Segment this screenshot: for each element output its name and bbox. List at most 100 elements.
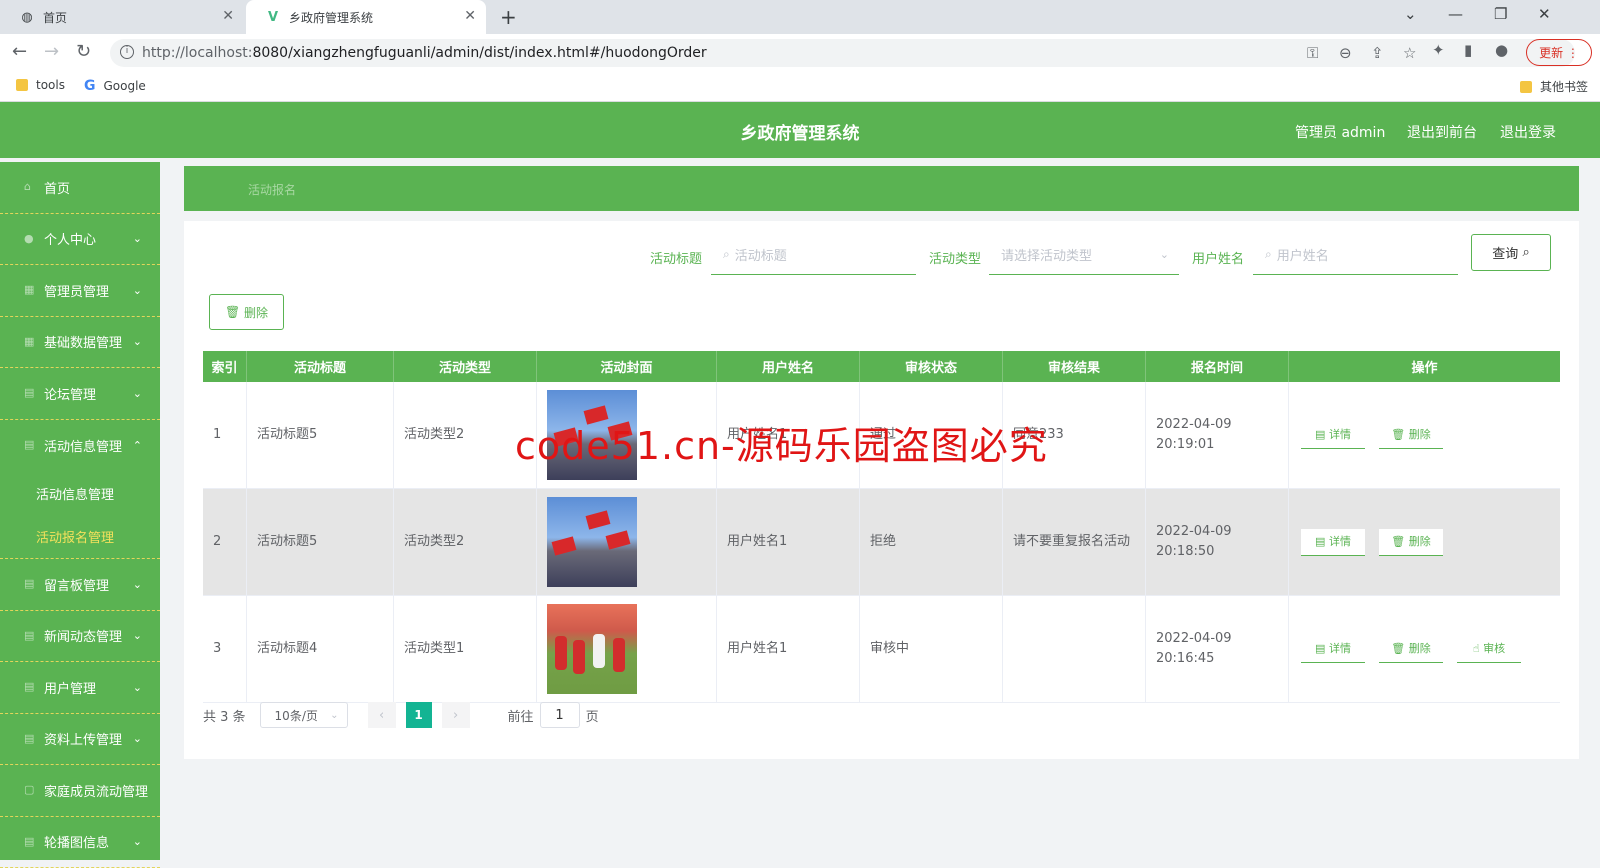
zoom-icon[interactable]: ⊖ [1339,44,1352,62]
admin-icon: ▦ [24,284,36,296]
cell-type: 活动类型2 [394,489,537,595]
browser-tab-app[interactable]: V 乡政府管理系统 ✕ [246,0,486,34]
delete-button[interactable]: 🗑 删除 [1379,636,1443,663]
sidebar-sub-activity-signup[interactable]: 活动报名管理 [0,515,160,559]
page-number[interactable]: 1 [406,702,432,728]
other-bookmarks[interactable]: 其他书签 [1520,78,1588,95]
title-search-input[interactable]: ⌕活动标题 [711,235,916,275]
sidebar-item-basedata[interactable]: ▦基础数据管理⌄ [0,317,160,369]
cover-image[interactable] [547,497,637,587]
delete-button[interactable]: 🗑 删除 [1379,529,1443,556]
type-select[interactable]: 请选择活动类型⌄ [989,235,1179,275]
news-icon: ▤ [24,630,36,642]
front-link[interactable]: 退出到前台 [1407,122,1477,142]
tab-search-icon[interactable]: ⌄ [1404,5,1417,23]
pagination: 共 3 条 10条/页⌄ ‹ 1 › 前往 1 页 [203,701,599,729]
profile-icon[interactable]: ● [1495,41,1508,59]
document-icon: ▤ [1315,639,1325,659]
extensions-icon[interactable]: ✦ [1432,41,1445,59]
key-icon[interactable]: ⚿ [1307,44,1318,62]
sidebar-item-admins[interactable]: ▦管理员管理⌄ [0,265,160,317]
cell-username: 用户姓名1 [717,489,860,595]
breadcrumb-current: 活动报名 [248,181,296,198]
cover-image[interactable] [547,604,637,694]
review-button[interactable]: ☝ 审核 [1457,636,1521,663]
url-text: http://localhost:8080/xiangzhengfuguanli… [142,45,707,61]
logout-link[interactable]: 退出登录 [1500,122,1556,142]
globe-icon: ◍ [20,10,34,24]
detail-button[interactable]: ▤ 详情 [1301,422,1365,449]
delete-button[interactable]: 🗑 删除 [1379,422,1443,449]
browser-tab-home[interactable]: ◍ 首页 ✕ [0,0,244,34]
cell-type: 活动类型1 [394,596,537,702]
forward-icon[interactable]: → [44,41,59,62]
sidebar-sub-activity-info[interactable]: 活动信息管理 [0,471,160,515]
chevron-down-icon: ⌄ [133,387,142,400]
site-info-icon[interactable]: i [120,45,134,59]
user-icon: ● [24,233,36,245]
sidepanel-icon[interactable]: ▮ [1464,41,1472,59]
cell-time: 2022-04-09 20:19:01 [1146,382,1289,488]
sidebar-item-carousel[interactable]: ▤轮播图信息⌄ [0,817,160,868]
cell-actions: ▤ 详情 🗑 删除 ☝ 审核 [1289,596,1560,702]
bookmark-tools[interactable]: tools [16,78,65,92]
search-icon: ⌕ [1522,245,1529,260]
name-search-label: 用户姓名 [1192,248,1244,267]
search-icon: ⌕ [1265,247,1272,262]
batch-delete-button[interactable]: 🗑 删除 [209,294,284,330]
reload-icon[interactable]: ↻ [76,41,91,62]
bookmark-google[interactable]: GGoogle [84,78,146,94]
next-page-button[interactable]: › [442,702,470,728]
family-icon: ▢ [24,784,36,796]
home-icon: ⌂ [24,181,36,193]
cell-status: 拒绝 [860,489,1003,595]
sidebar-item-profile[interactable]: ●个人中心⌄ [0,214,160,266]
chevron-down-icon: ⌄ [1160,248,1169,261]
close-icon[interactable]: ✕ [222,8,234,24]
prev-page-button[interactable]: ‹ [368,702,396,728]
tab-title: 首页 [43,9,67,26]
users-icon: ▤ [24,681,36,693]
sidebar: ⌂首页 ●个人中心⌄ ▦管理员管理⌄ ▦基础数据管理⌄ ▤论坛管理⌄ ▤活动信息… [0,162,160,860]
detail-button[interactable]: ▤ 详情 [1301,636,1365,663]
name-search-input[interactable]: ⌕用户姓名 [1253,235,1458,275]
sidebar-item-upload[interactable]: ▤资料上传管理⌄ [0,714,160,766]
update-button[interactable]: 更新 ⋮ [1526,39,1592,66]
query-button[interactable]: 查询 ⌕ [1471,234,1551,271]
address-bar: ← → ↻ i http://localhost:8080/xiangzheng… [0,34,1600,70]
sidebar-item-home[interactable]: ⌂首页 [0,162,160,214]
trash-icon: 🗑 [1391,532,1405,552]
close-icon[interactable]: ✕ [464,8,476,24]
sidebar-item-message[interactable]: ▤留言板管理⌄ [0,559,160,611]
window-close-icon[interactable]: ✕ [1538,5,1551,23]
col-username: 用户姓名 [717,351,860,382]
cell-index: 2 [203,489,247,595]
col-cover: 活动封面 [537,351,717,382]
detail-button[interactable]: ▤ 详情 [1301,529,1365,556]
signup-table: 索引 活动标题 活动类型 活动封面 用户姓名 审核状态 审核结果 报名时间 操作… [203,351,1560,703]
app-header: 乡政府管理系统 管理员 admin 退出到前台 退出登录 [0,102,1600,158]
main-panel: 活动标题 ⌕活动标题 活动类型 请选择活动类型⌄ 用户姓名 ⌕用户姓名 查询 ⌕… [184,221,1579,759]
sidebar-item-forum[interactable]: ▤论坛管理⌄ [0,368,160,420]
new-tab-icon[interactable]: + [500,5,517,29]
share-icon[interactable]: ⇪ [1371,44,1384,62]
sidebar-item-users[interactable]: ▤用户管理⌄ [0,662,160,714]
goto-input[interactable]: 1 [540,702,580,728]
back-icon[interactable]: ← [12,41,27,62]
document-icon: ▤ [1315,532,1325,552]
url-field[interactable]: i http://localhost:8080/xiangzhengfuguan… [110,39,1575,67]
restore-icon[interactable]: ❐ [1494,5,1507,23]
data-icon: ▦ [24,336,36,348]
sidebar-item-activity[interactable]: ▤活动信息管理⌃ [0,420,160,472]
sidebar-item-family[interactable]: ▢家庭成员流动管理 [0,765,160,817]
col-title: 活动标题 [247,351,394,382]
col-time: 报名时间 [1146,351,1289,382]
table-header: 索引 活动标题 活动类型 活动封面 用户姓名 审核状态 审核结果 报名时间 操作 [203,351,1560,382]
page-size-select[interactable]: 10条/页⌄ [260,702,348,728]
star-icon[interactable]: ☆ [1403,44,1416,62]
goto-suffix: 页 [586,706,599,725]
chevron-down-icon: ⌄ [133,284,142,297]
minimize-icon[interactable]: — [1448,5,1463,23]
sidebar-item-news[interactable]: ▤新闻动态管理⌄ [0,611,160,663]
search-icon: ⌕ [723,247,730,262]
